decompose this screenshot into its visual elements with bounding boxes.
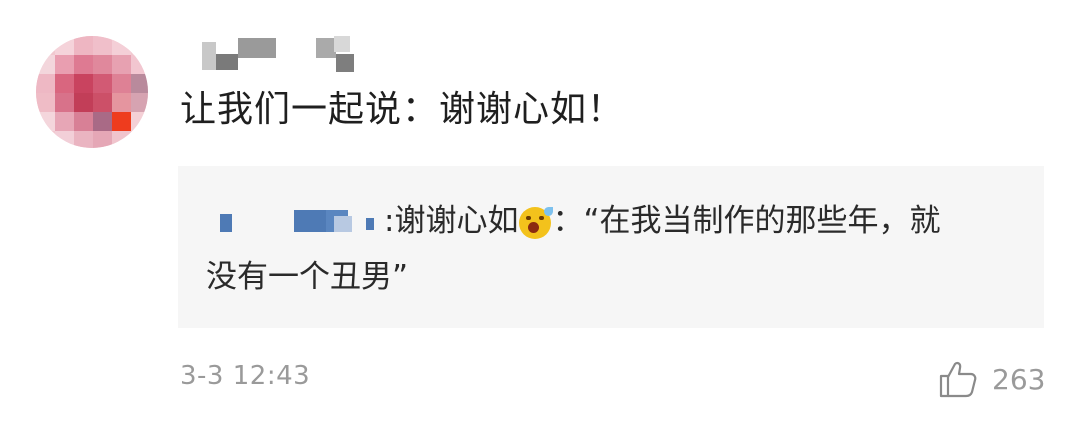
comment-timestamp: 3-3 12:43 bbox=[180, 361, 311, 391]
like-count: 263 bbox=[992, 362, 1046, 396]
author-name-redacted[interactable] bbox=[200, 36, 360, 76]
thumbs-up-icon[interactable] bbox=[938, 359, 978, 399]
quoted-text-rest: ：“在我当制作的那些年，就 bbox=[552, 203, 941, 239]
sweat-laugh-emoji-icon bbox=[519, 206, 554, 239]
avatar[interactable] bbox=[36, 36, 148, 148]
like-button[interactable]: 263 bbox=[938, 358, 1045, 400]
quoted-comment-line-1: :谢谢心如 ：“在我当制作的那些年，就 bbox=[206, 194, 941, 248]
quoted-text-start: :谢谢心如 bbox=[384, 203, 519, 239]
quoted-comment-line-2: 没有一个丑男” bbox=[206, 259, 409, 295]
comment-text: 让我们一起说：谢谢心如！ bbox=[180, 89, 625, 130]
quoted-user-redacted[interactable] bbox=[206, 208, 384, 238]
